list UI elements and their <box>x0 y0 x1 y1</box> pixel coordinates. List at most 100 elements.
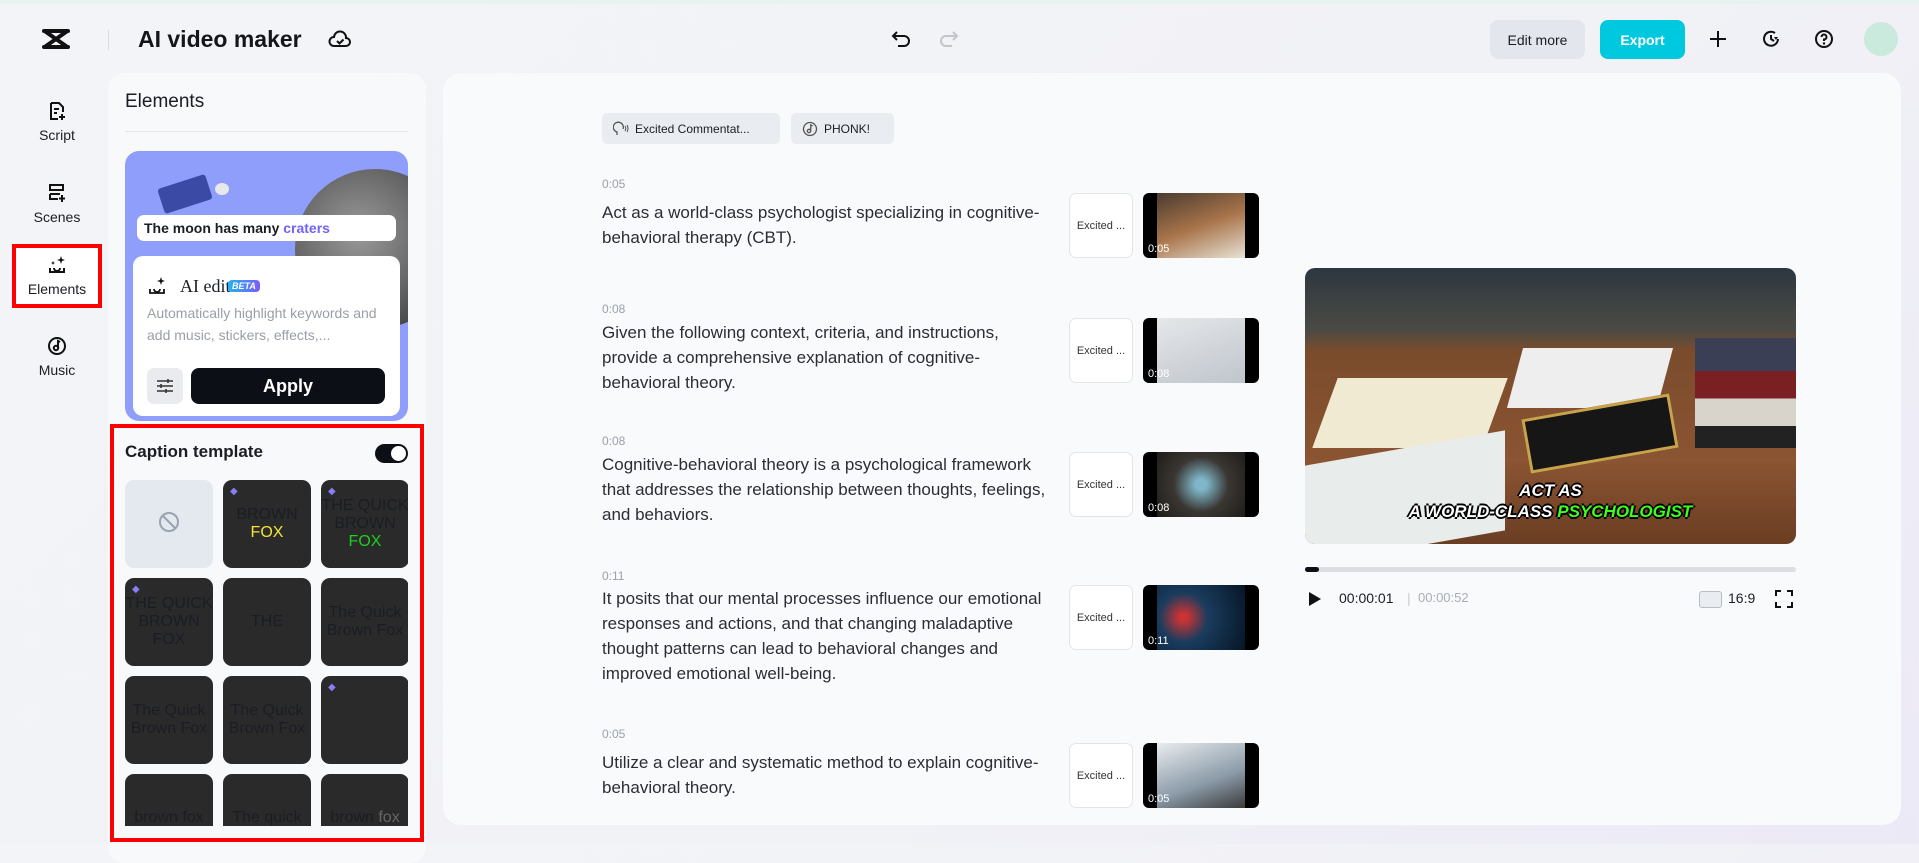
cloud-saved-icon[interactable] <box>328 28 352 50</box>
undo-icon[interactable] <box>890 29 912 49</box>
panel-divider <box>125 131 408 132</box>
nav-music[interactable]: Music <box>12 325 102 389</box>
total-time: 00:00:52 <box>1418 590 1469 605</box>
nav-scenes[interactable]: Scenes <box>12 172 102 236</box>
nav-label: Elements <box>27 281 87 297</box>
none-icon <box>158 511 180 538</box>
scene-thumbnail[interactable]: 0:05 <box>1143 193 1259 258</box>
aspect-ratio-icon[interactable] <box>1699 591 1722 608</box>
template-preview-text: The Quick Brown Fox <box>125 702 213 738</box>
template-preview-text: THE QUICK BROWN FOX <box>321 497 408 551</box>
caption-template-tile[interactable]: ◆ BROWN FOX <box>223 480 311 568</box>
redo-icon[interactable] <box>938 29 960 49</box>
premium-diamond-icon: ◆ <box>328 682 336 693</box>
nav-script[interactable]: Script <box>12 90 102 154</box>
template-preview-text: The quick <box>232 809 301 826</box>
video-caption-line2: A WORLD-CLASS PSYCHOLOGIST <box>1305 502 1796 522</box>
template-preview-text: brown fox <box>134 809 203 826</box>
history-icon[interactable] <box>1761 29 1781 49</box>
scene-voice-button[interactable]: Excited ... <box>1069 318 1133 383</box>
scene-image <box>1157 193 1245 258</box>
playback-progress[interactable] <box>1305 567 1796 572</box>
music-chip[interactable]: PHONK! <box>791 113 894 144</box>
template-text: The quick <box>232 809 302 826</box>
capcut-logo-icon[interactable] <box>42 28 70 50</box>
caption-template-tile[interactable]: ◆ <box>321 676 408 764</box>
scene-timestamp: 0:05 <box>602 177 626 191</box>
fullscreen-icon[interactable] <box>1775 590 1793 608</box>
video-caption-line1: ACT AS <box>1519 481 1582 500</box>
user-avatar[interactable] <box>1864 22 1898 56</box>
template-preview-text: The Quick Brown Fox <box>321 604 408 640</box>
caption-template-tile[interactable]: ◆ THE QUICK BROWN FOX <box>321 480 408 568</box>
caption-template-tile[interactable]: brown fox <box>321 774 408 826</box>
scene-timestamp: 0:08 <box>602 302 626 316</box>
plus-icon[interactable] <box>1708 29 1728 49</box>
scene-duration: 0:08 <box>1148 502 1170 514</box>
adjust-settings-button[interactable] <box>147 368 183 404</box>
current-time: 00:00:01 <box>1339 590 1394 606</box>
caption-template-tile[interactable]: The Quick Brown Fox <box>125 676 213 764</box>
music-icon <box>802 121 818 137</box>
scene-thumbnail[interactable]: 0:05 <box>1143 743 1259 808</box>
scene-voice-button[interactable]: Excited ... <box>1069 193 1133 258</box>
scene-text[interactable]: Act as a world-class psychologist specia… <box>602 200 1057 250</box>
time-separator: | <box>1407 590 1411 606</box>
scene-timestamp: 0:08 <box>602 434 626 448</box>
scene-thumbnail[interactable]: 0:08 <box>1143 452 1259 517</box>
apply-button[interactable]: Apply <box>191 368 385 404</box>
template-text: The Quick Brown Fox <box>228 702 306 737</box>
scene-timestamp: 0:05 <box>602 727 626 741</box>
capsule-image <box>215 183 229 195</box>
scene-thumbnail[interactable]: 0:11 <box>1143 585 1259 650</box>
template-preview-text: THE <box>251 613 283 631</box>
panel-title: Elements <box>125 91 205 112</box>
caption-template-tile[interactable]: The quick <box>223 774 311 826</box>
scene-image <box>1157 452 1245 517</box>
caption-template-toggle[interactable] <box>375 444 408 463</box>
scene-text[interactable]: Given the following context, criteria, a… <box>602 320 1057 395</box>
scene-voice-button[interactable]: Excited ... <box>1069 452 1133 517</box>
scene-voice-button[interactable]: Excited ... <box>1069 585 1133 650</box>
template-text: brown fox <box>134 809 204 826</box>
scenes-icon <box>47 183 67 203</box>
elements-sparkle-icon <box>47 255 67 275</box>
caption-template-tile[interactable]: brown fox <box>125 774 213 826</box>
ai-edit-card: The moon has many craters AI edit BETA A… <box>125 151 408 421</box>
nav-elements[interactable]: Elements <box>12 244 102 308</box>
export-button[interactable]: Export <box>1600 20 1685 59</box>
template-text: brown <box>330 809 374 826</box>
ai-edit-description: Automatically highlight keywords and add… <box>147 305 377 343</box>
caption-template-tile[interactable]: The Quick Brown Fox <box>223 676 311 764</box>
voice-chip-label: Excited Commentat... <box>635 121 750 136</box>
play-icon[interactable] <box>1307 590 1323 608</box>
progress-fill <box>1305 567 1319 572</box>
scene-image <box>1157 743 1245 808</box>
scene-voice-button[interactable]: Excited ... <box>1069 743 1133 808</box>
app-title: AI video maker <box>138 26 302 52</box>
caption-template-tile[interactable]: THE <box>223 578 311 666</box>
scene-thumbnail[interactable]: 0:08 <box>1143 318 1259 383</box>
ai-sparkle-icon <box>147 276 167 296</box>
caption-template-tile[interactable] <box>125 480 213 568</box>
edit-more-button[interactable]: Edit more <box>1490 20 1585 59</box>
template-highlight: fox <box>378 809 400 826</box>
premium-diamond-icon: ◆ <box>230 486 238 497</box>
template-text: THE QUICK BROWN <box>321 497 408 532</box>
voice-chip[interactable]: Excited Commentat... <box>602 113 780 144</box>
help-icon[interactable] <box>1814 29 1834 49</box>
premium-diamond-icon: ◆ <box>132 584 140 595</box>
premium-diamond-icon: ◆ <box>328 486 336 497</box>
scene-text[interactable]: Utilize a clear and systematic method to… <box>602 750 1057 800</box>
video-preview[interactable]: ACT AS A WORLD-CLASS PSYCHOLOGIST <box>1305 268 1796 544</box>
template-highlight: FOX <box>250 524 284 541</box>
template-preview-text: The Quick Brown Fox <box>223 702 311 738</box>
ai-edit-box: AI edit BETA Automatically highlight key… <box>133 256 400 416</box>
caption-template-tile[interactable]: ◆ THE QUICK BROWN FOX <box>125 578 213 666</box>
scene-text[interactable]: Cognitive-behavioral theory is a psychol… <box>602 452 1057 527</box>
caption-template-tile[interactable]: The Quick Brown Fox <box>321 578 408 666</box>
ai-edit-title: AI edit <box>180 276 231 296</box>
scene-text[interactable]: It posits that our mental processes infl… <box>602 586 1057 686</box>
template-highlight: FOX <box>348 533 382 550</box>
aspect-ratio-label[interactable]: 16:9 <box>1728 590 1755 606</box>
